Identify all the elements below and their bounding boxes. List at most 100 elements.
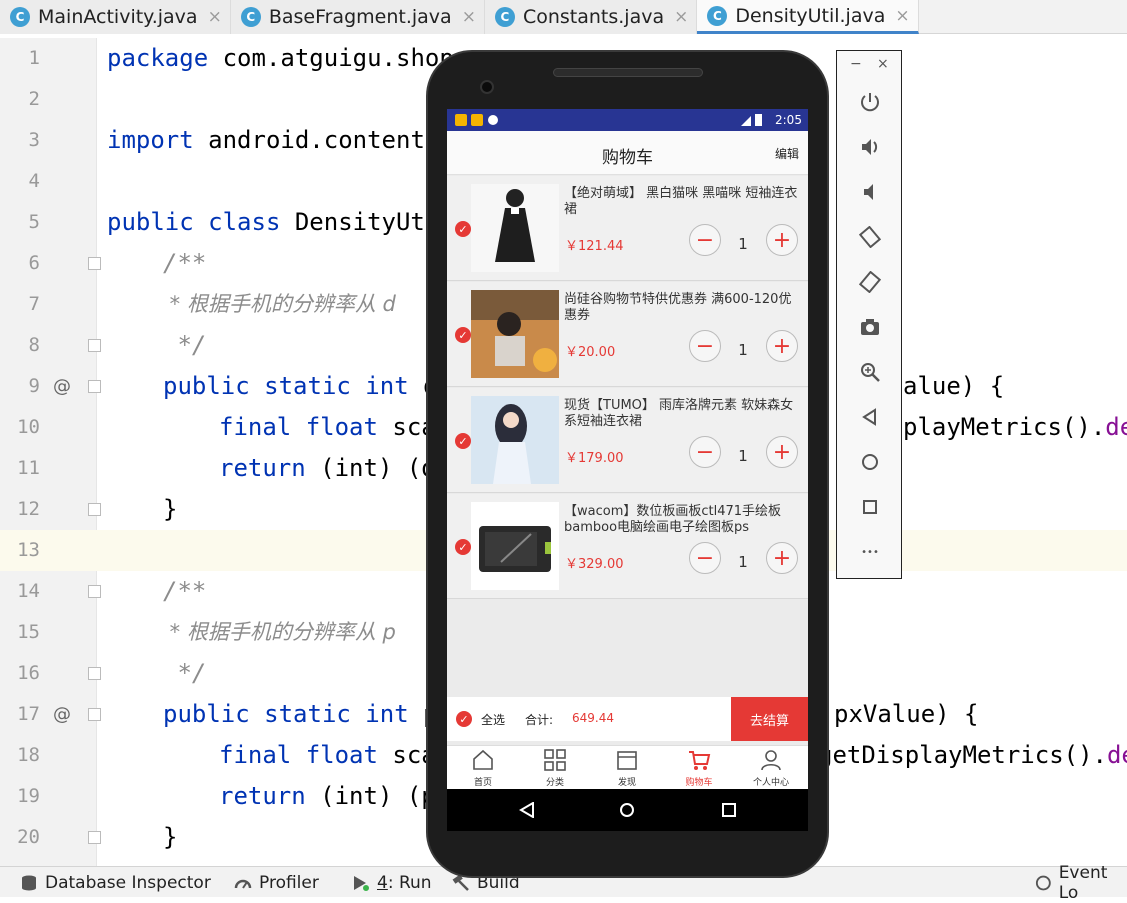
tab-densityutil[interactable]: C DensityUtil.java × (697, 0, 919, 34)
rotate-left-button[interactable] (857, 224, 883, 250)
volume-down-button[interactable] (857, 179, 883, 205)
product-image (471, 184, 559, 272)
decrease-button[interactable]: − (689, 542, 721, 574)
checkout-button[interactable]: 去结算 (731, 697, 808, 741)
keyword: public static int (163, 700, 409, 728)
decrease-button[interactable]: − (689, 224, 721, 256)
nav-cart[interactable]: 购物车 (669, 748, 729, 788)
tab-label: MainActivity.java (38, 6, 198, 28)
product-price: ￥329.00 (565, 557, 624, 572)
fold-icon[interactable] (88, 503, 101, 516)
fold-icon[interactable] (88, 339, 101, 352)
tab-basefragment[interactable]: C BaseFragment.java × (230, 0, 485, 34)
select-all-checkbox[interactable]: ✓ (456, 711, 472, 727)
power-button[interactable] (857, 89, 883, 115)
line-number: 17 (17, 703, 40, 725)
fold-icon[interactable] (88, 380, 101, 393)
nav-discover[interactable]: 发现 (597, 748, 657, 788)
fold-icon[interactable] (88, 667, 101, 680)
profiler-button[interactable]: Profiler (234, 867, 319, 898)
code-text: import android.content. (107, 120, 439, 161)
home-button[interactable] (857, 449, 883, 475)
code-text: package com.atguigu.shop (107, 38, 454, 79)
code-text: playMetrics().de (903, 407, 1127, 448)
total-label: 合计: (525, 713, 554, 727)
code-text: final float sca (219, 735, 436, 776)
nav-label: 个人中心 (752, 778, 789, 788)
home-circle-icon[interactable] (619, 802, 635, 818)
tab-label: DensityUtil.java (735, 4, 886, 27)
zoom-button[interactable] (857, 359, 883, 385)
event-log-button[interactable]: Event Lo (1035, 863, 1127, 903)
item-checkbox[interactable]: ✓ (455, 539, 471, 555)
cart-item[interactable]: ✓ 现货【TUMO】 雨库洛牌元素 软妹森女系短袖连衣裙 ￥179.00 − 1… (447, 388, 808, 493)
fold-icon[interactable] (88, 831, 101, 844)
cart-item[interactable]: ✓ 【绝对萌域】 黑白猫咪 黑喵咪 短袖连衣裙 ￥121.44 − 1 + (447, 176, 808, 281)
category-icon (544, 749, 566, 771)
increase-button[interactable]: + (766, 436, 798, 468)
override-marker-icon[interactable]: @ (53, 694, 71, 735)
nav-label: 购物车 (685, 778, 713, 788)
nav-label: 首页 (473, 778, 492, 788)
close-icon[interactable]: × (674, 7, 688, 27)
event-log-icon (1035, 875, 1051, 890)
increase-button[interactable]: + (766, 224, 798, 256)
database-inspector-button[interactable]: Database Inspector (20, 867, 211, 898)
discover-icon (617, 751, 637, 770)
checkout-bar: ✓ 全选 合计: 649.44 去结算 (447, 697, 808, 741)
close-icon[interactable]: × (895, 6, 909, 26)
close-button[interactable]: × (877, 56, 889, 72)
fold-icon[interactable] (88, 708, 101, 721)
fold-icon[interactable] (88, 257, 101, 270)
minimize-button[interactable]: − (850, 56, 862, 72)
comment-text: * 根据手机的分辨率从 d (163, 292, 396, 316)
volume-down-icon (864, 184, 873, 200)
run-button[interactable]: 4: Run (352, 867, 432, 898)
nav-category[interactable]: 分类 (525, 748, 585, 788)
recents-icon[interactable] (721, 802, 737, 818)
line-number: 20 (17, 826, 40, 848)
comment-text: */ (163, 659, 207, 687)
tab-constants[interactable]: C Constants.java × (484, 0, 698, 34)
volume-up-button[interactable] (857, 134, 883, 160)
override-marker-icon[interactable]: @ (53, 366, 71, 407)
increase-button[interactable]: + (766, 542, 798, 574)
fold-icon[interactable] (88, 585, 101, 598)
item-checkbox[interactable]: ✓ (455, 327, 471, 343)
item-checkbox[interactable]: ✓ (455, 433, 471, 449)
overview-button[interactable] (857, 494, 883, 520)
decrease-button[interactable]: − (689, 436, 721, 468)
emulator-screen[interactable]: 2:05 购物车 编辑 ✓ 【绝对萌域】 黑白猫咪 黑喵咪 短袖连衣裙 ￥121… (447, 109, 808, 831)
button-label: Database Inspector (45, 872, 211, 893)
keyword: final float (219, 741, 378, 769)
product-price: ￥121.44 (565, 239, 624, 254)
tab-mainactivity[interactable]: C MainActivity.java × (0, 0, 231, 34)
increase-button[interactable]: + (766, 330, 798, 362)
line-number: 12 (17, 498, 40, 520)
item-checkbox[interactable]: ✓ (455, 221, 471, 237)
rotate-right-button[interactable] (857, 269, 883, 295)
product-name: 【绝对萌域】 黑白猫咪 黑喵咪 短袖连衣裙 (564, 186, 798, 217)
product-image (471, 502, 559, 590)
total-value: 649.44 (572, 711, 614, 725)
back-icon[interactable] (519, 802, 535, 818)
close-icon[interactable]: × (462, 7, 476, 27)
cart-item[interactable]: ✓ 【wacom】数位板画板ctl471手绘板bamboo电脑绘画电子绘图板ps… (447, 494, 808, 599)
select-all-label[interactable]: 全选 (481, 711, 505, 728)
cart-item[interactable]: ✓ 尚硅谷购物节特供优惠券 满600-120优惠券 ￥20.00 − 1 + (447, 282, 808, 387)
android-system-nav (447, 789, 808, 831)
screenshot-button[interactable] (857, 314, 883, 340)
code-rest: (int) (d (305, 454, 436, 482)
code-rest: getDisplayMetrics(). (818, 741, 1107, 769)
close-icon[interactable]: × (208, 7, 222, 27)
nav-home[interactable]: 首页 (453, 748, 513, 788)
home-circle-icon (862, 454, 878, 470)
decrease-button[interactable]: − (689, 330, 721, 362)
back-button[interactable] (857, 404, 883, 430)
quantity-value: 1 (738, 447, 748, 465)
edit-button[interactable]: 编辑 (775, 145, 799, 162)
camera-icon (861, 319, 879, 335)
more-button[interactable]: ••• (857, 539, 883, 565)
code-text: public static int d (163, 366, 438, 407)
nav-profile[interactable]: 个人中心 (741, 748, 801, 788)
